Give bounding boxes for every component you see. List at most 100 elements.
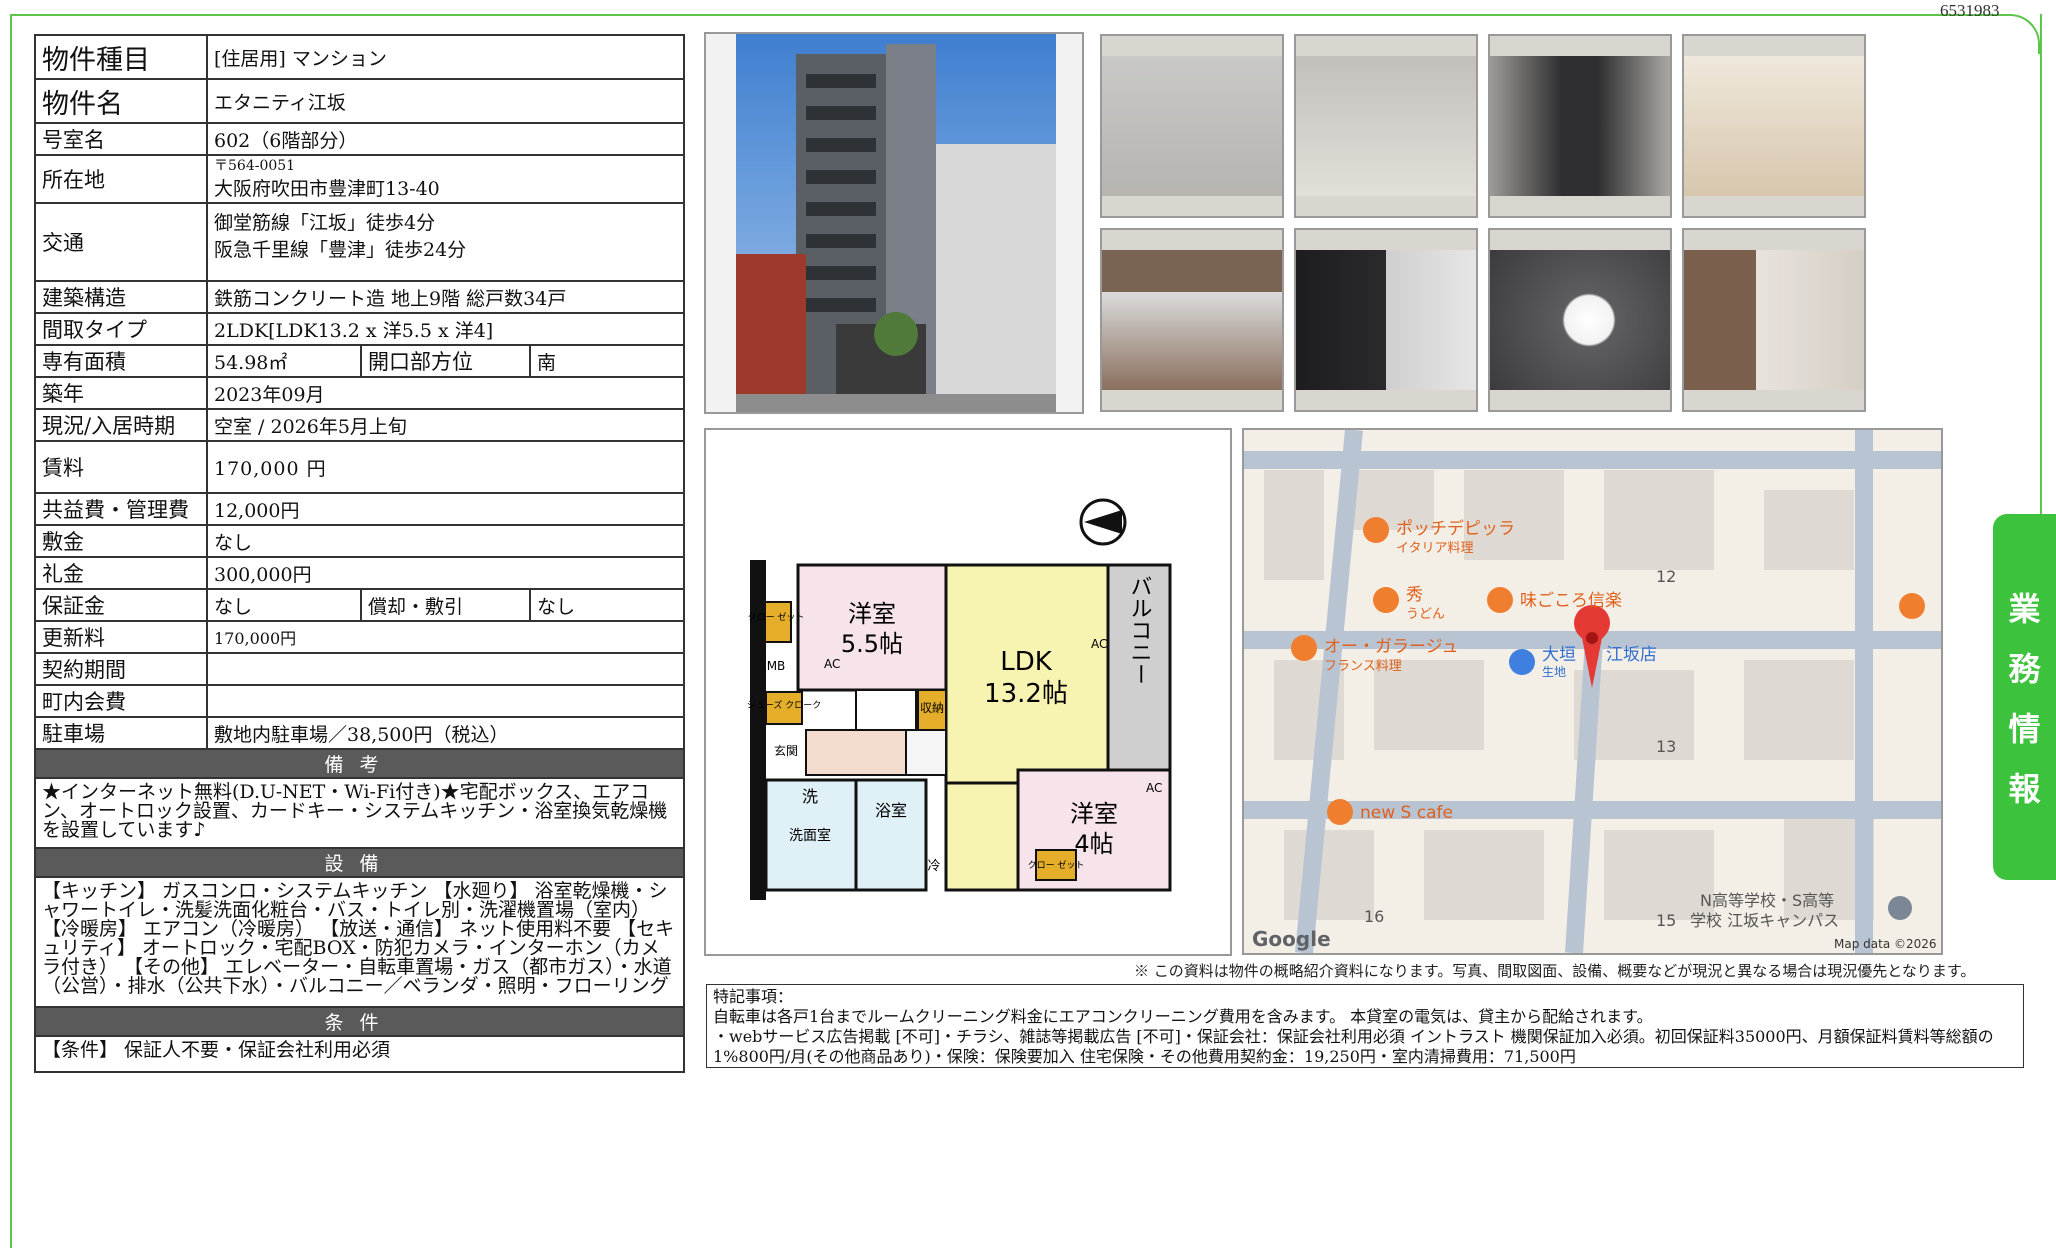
building-illustration [706, 34, 1082, 412]
layout-label: 間取タイプ [34, 312, 208, 346]
side-tab-char: 業 [2008, 590, 2041, 628]
parking-value: 敷地内駐車場／38,500円（税込） [206, 716, 685, 750]
washroom-photo[interactable] [1682, 228, 1866, 412]
deposit-label: 敷金 [34, 524, 208, 558]
room-photo-3[interactable] [1488, 34, 1672, 218]
address-cell: 〒564-0051 大阪府吹田市豊津町13-40 [206, 154, 685, 204]
direction-label: 開口部方位 [360, 344, 531, 378]
disclaimer-text: ※ この資料は物件の概略紹介資料になります。写真、間取図面、設備、概要などが現況… [1134, 962, 1976, 980]
ldk-size: 13.2帖 [984, 679, 1068, 709]
mb-label: MB [767, 659, 786, 673]
direction-value: 南 [529, 344, 685, 378]
bath-label: 浴室 [875, 801, 907, 820]
fridge-label: 冷 [927, 859, 940, 874]
side-tab-char: 務 [2008, 650, 2041, 688]
map-poi: オー・ガラージュ [1324, 637, 1458, 657]
address-label: 所在地 [34, 154, 208, 204]
ac-label: AC [824, 657, 840, 671]
conditions-text: 【条件】 保証人不要・保証会社利用必須 [34, 1035, 685, 1073]
map-block-number: 13 [1656, 737, 1676, 756]
side-tab-char: 情 [2008, 710, 2041, 748]
map-poi: ポッチデピッラ [1396, 518, 1515, 539]
status-label: 現況/入居時期 [34, 408, 208, 442]
google-logo: Google [1252, 927, 1331, 951]
guarantee-label: 保証金 [34, 588, 208, 622]
shoes-label: シューズ クローク [747, 699, 821, 711]
location-map[interactable]: ポッチデピッラ イタリア料理 秀 うどん 味ごころ信楽 オー・ガラージュ フラン… [1242, 428, 1943, 955]
notes-title: 特記事項： [713, 987, 794, 1006]
entry-label: 玄関 [774, 743, 798, 758]
map-poi: new S cafe [1360, 803, 1453, 823]
map-poi: N高等学校・S高等 [1700, 891, 1834, 910]
room-value: 602（6階部分） [206, 122, 685, 156]
storage-label: 収納 [920, 701, 944, 715]
map-attribution: Map data ©2026 [1834, 937, 1937, 951]
bathroom-photo[interactable] [1294, 228, 1478, 412]
frame-top-border [10, 14, 1900, 16]
parking-label: 駐車場 [34, 716, 208, 750]
built-value: 2023年09月 [206, 376, 685, 410]
closet-label: クロー ゼット [1028, 859, 1085, 871]
room1-label: 洋室 [848, 600, 896, 628]
transport-line-2: 阪急千里線「豊津」徒歩24分 [214, 239, 467, 261]
photo-fill [1490, 56, 1670, 196]
type-value: [住居用] マンション [206, 34, 685, 80]
layout-value: 2LDK[LDK13.2 x 洋5.5 x 洋4] [206, 312, 685, 346]
conditions-heading: 条件 [34, 1006, 685, 1037]
rent-value: 170,000 円 [206, 440, 685, 494]
key-money-label: 礼金 [34, 556, 208, 590]
room-photo-4[interactable] [1682, 34, 1866, 218]
area-label: 専有面積 [34, 344, 208, 378]
floor-plan-drawing: 洋室 5.5帖 LDK 13.2帖 洋室 4帖 バルコニー 洗 洗面室 浴室 M… [747, 498, 1172, 900]
guarantee-value: なし [206, 588, 362, 622]
name-value: エタニティ江坂 [206, 78, 685, 124]
community-label: 町内会費 [34, 684, 208, 718]
map-poi-sub: うどん [1406, 607, 1445, 622]
floor-plan[interactable]: 洋室 5.5帖 LDK 13.2帖 洋室 4帖 バルコニー 洗 洗面室 浴室 M… [704, 428, 1232, 956]
closet-label: クロー ゼット [748, 611, 805, 623]
status-value: 空室 / 2026年5月上旬 [206, 408, 685, 442]
key-money-value: 300,000円 [206, 556, 685, 590]
toilet-photo[interactable] [1488, 228, 1672, 412]
building-exterior-photo[interactable] [704, 32, 1084, 414]
fee-label: 共益費・管理費 [34, 492, 208, 526]
renewal-label: 更新料 [34, 620, 208, 654]
contract-value [206, 652, 685, 686]
rent-label: 賃料 [34, 440, 208, 494]
area-value: 54.98㎡ [206, 344, 362, 378]
fee-value: 12,000円 [206, 492, 685, 526]
room2-size: 4帖 [1074, 830, 1113, 858]
special-notes: 特記事項： 自転車は各戸1台までルームクリーニング料金にエアコンクリーニング費用… [706, 984, 2024, 1068]
photo-fill [1296, 56, 1476, 196]
deposit-value: なし [206, 524, 685, 558]
map-poi: 秀 [1406, 585, 1423, 605]
remarks-heading: 備考 [34, 748, 685, 779]
frame-left-border [10, 14, 12, 1248]
side-tab-char: 報 [2008, 770, 2041, 808]
transport-line-1: 御堂筋線「江坂」徒歩4分 [214, 212, 436, 234]
wash-label: 洗 [802, 787, 818, 806]
kitchen-photo[interactable] [1100, 228, 1284, 412]
map-poi: 味ごころ信楽 [1520, 591, 1622, 611]
washroom-label: 洗面室 [789, 827, 831, 844]
frame-right-border [2040, 14, 2042, 514]
transport-cell: 御堂筋線「江坂」徒歩4分 阪急千里線「豊津」徒歩24分 [206, 202, 685, 282]
room-photo-2[interactable] [1294, 34, 1478, 218]
address-value: 大阪府吹田市豊津町13-40 [214, 177, 440, 200]
community-value [206, 684, 685, 718]
amort-value: なし [529, 588, 685, 622]
photo-fill [1490, 250, 1670, 390]
map-poi: 江坂店 [1606, 645, 1657, 665]
notes-line-1: 自転車は各戸1台までルームクリーニング料金にエアコンクリーニング費用を含みます。… [713, 1007, 1653, 1026]
room-photo-1[interactable] [1100, 34, 1284, 218]
photo-fill [1684, 250, 1864, 390]
photo-fill [1102, 56, 1282, 196]
business-info-tab[interactable]: 業 務 情 報 [1993, 514, 2056, 880]
photo-fill [1296, 250, 1476, 390]
transport-label: 交通 [34, 202, 208, 282]
map-drawing: ポッチデピッラ イタリア料理 秀 うどん 味ごころ信楽 オー・ガラージュ フラン… [1244, 430, 1941, 953]
equipment-heading: 設備 [34, 847, 685, 878]
structure-label: 建築構造 [34, 280, 208, 314]
map-poi-sub: フランス料理 [1324, 659, 1402, 674]
renewal-value: 170,000円 [206, 620, 685, 654]
